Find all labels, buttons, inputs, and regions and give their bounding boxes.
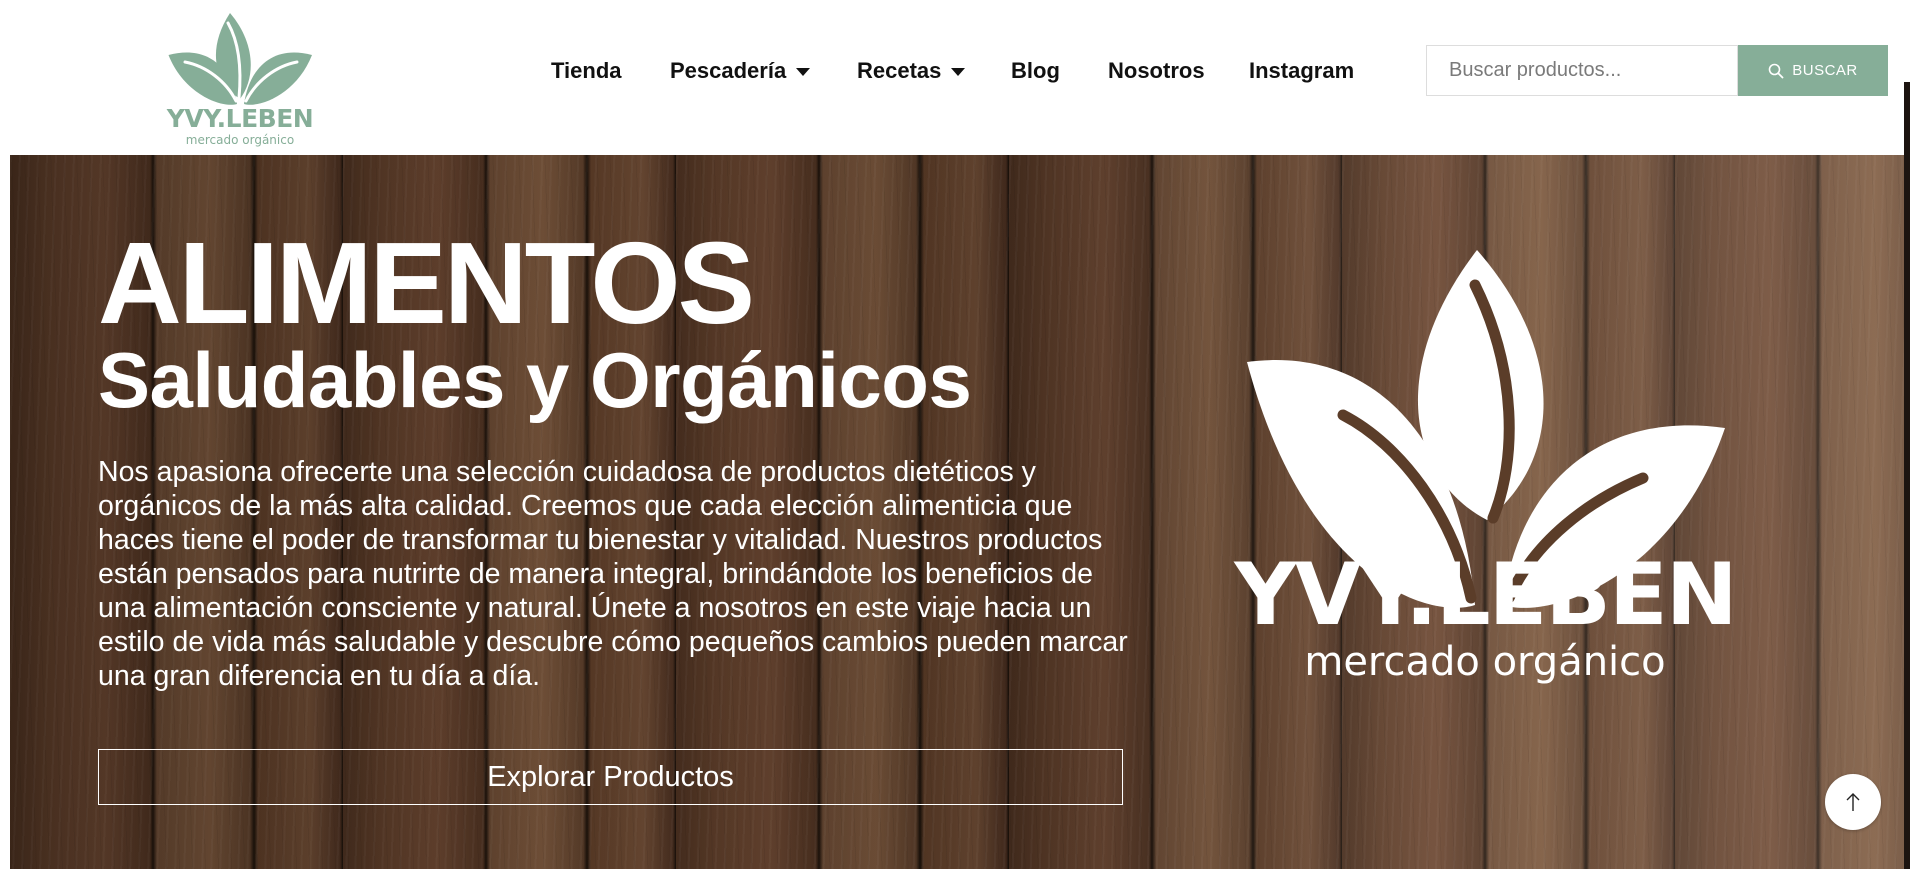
- scroll-to-top-button[interactable]: [1825, 774, 1881, 830]
- search-button-label: BUSCAR: [1792, 62, 1858, 79]
- logo-brand-name: YVY.LEBEN: [166, 104, 314, 133]
- hero-title: ALIMENTOS: [98, 218, 755, 348]
- site-logo[interactable]: YVY.LEBEN mercado orgánico: [160, 6, 320, 147]
- nav-item-label: Pescadería: [670, 58, 787, 83]
- page-edge-divider: [1904, 82, 1910, 869]
- nav-item-label: Blog: [1011, 58, 1060, 83]
- nav-item-blog[interactable]: Blog: [1011, 56, 1060, 86]
- hero-subtitle: Saludables y Orgánicos: [98, 336, 972, 424]
- site-header: YVY.LEBEN mercado orgánico Tienda Pescad…: [0, 0, 1920, 155]
- nav-item-label: Recetas: [857, 58, 942, 83]
- search-icon: [1768, 63, 1784, 78]
- chevron-down-icon: [796, 68, 811, 76]
- nav-item-label: Nosotros: [1108, 58, 1205, 83]
- nav-item-label: Instagram: [1249, 58, 1355, 83]
- leaf-logo-icon: [168, 13, 312, 105]
- hero-banner: ALIMENTOS Saludables y Orgánicos Nos apa…: [10, 155, 1904, 869]
- explore-products-button[interactable]: Explorar Productos: [98, 749, 1123, 805]
- search-input[interactable]: [1426, 45, 1738, 96]
- nav-item-recetas[interactable]: Recetas: [857, 56, 966, 86]
- explore-products-label: Explorar Productos: [487, 760, 734, 793]
- hero-logo: YVY.LEBEN mercado orgánico: [1225, 250, 1745, 720]
- nav-item-nosotros[interactable]: Nosotros: [1108, 56, 1205, 86]
- hero-logo-brand-name: YVY.LEBEN: [1234, 545, 1737, 645]
- hero-description: Nos apasiona ofrecerte una selección cui…: [98, 456, 1128, 692]
- nav-item-instagram[interactable]: Instagram: [1249, 56, 1354, 86]
- nav-item-label: Tienda: [551, 58, 622, 83]
- nav-item-tienda[interactable]: Tienda: [551, 56, 622, 86]
- chevron-down-icon: [951, 68, 966, 76]
- hero-logo-tagline: mercado orgánico: [1304, 639, 1666, 685]
- arrow-up-icon: [1846, 793, 1860, 811]
- nav-item-pescaderia[interactable]: Pescadería: [670, 56, 811, 86]
- logo-tagline: mercado orgánico: [185, 133, 295, 147]
- search-button[interactable]: BUSCAR: [1738, 45, 1888, 96]
